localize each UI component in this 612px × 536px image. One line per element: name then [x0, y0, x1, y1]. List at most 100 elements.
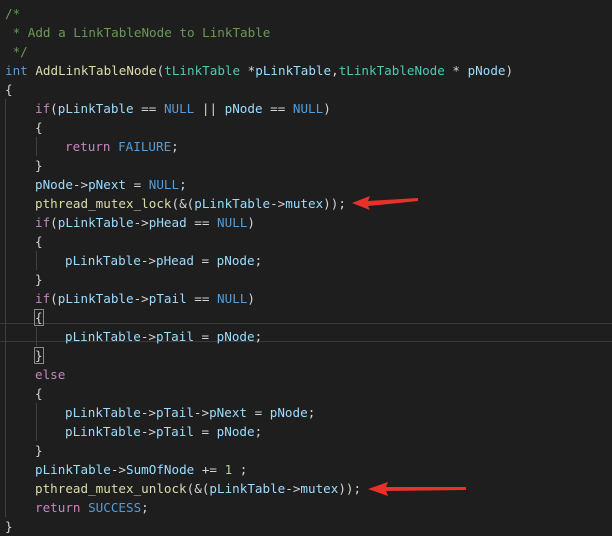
- red-arrow-icon: [352, 196, 418, 210]
- code-text: /*: [5, 4, 20, 23]
- code-line: pLinkTable->pTail->pNext = pNode;: [0, 403, 612, 422]
- code-token: NULL: [148, 177, 180, 192]
- indent-guide: [5, 213, 6, 232]
- code-token: (: [50, 101, 58, 116]
- code-token: AddLinkTableNode: [35, 63, 157, 78]
- code-token: return: [35, 500, 81, 515]
- code-token: =: [193, 329, 217, 344]
- indent-guide: [5, 194, 6, 213]
- indent-guide: [5, 403, 6, 422]
- code-text: }: [5, 517, 13, 536]
- code-token: ;: [171, 139, 179, 154]
- code-token: pthread_mutex_lock: [35, 196, 172, 211]
- code-token: ));: [338, 481, 362, 496]
- code-token: pLinkTable: [194, 196, 271, 211]
- indent-guide: [5, 422, 6, 441]
- code-line: }: [0, 346, 612, 365]
- indent-guide: [5, 251, 6, 270]
- code-text: pNode->pNext = NULL;: [35, 175, 187, 194]
- code-text: }: [35, 156, 43, 175]
- code-token: (&(: [186, 481, 210, 496]
- code-line: {: [0, 308, 612, 327]
- code-token: ): [247, 215, 255, 230]
- code-line: pLinkTable->pTail = pNode;: [0, 327, 612, 346]
- code-token: ==: [133, 101, 164, 116]
- code-line: pthread_mutex_lock(&(pLinkTable->mutex))…: [0, 194, 612, 213]
- code-token: pNext: [209, 405, 248, 420]
- code-token: ==: [186, 215, 218, 230]
- code-token: pNode: [216, 253, 255, 268]
- code-token: NULL: [163, 101, 195, 116]
- indent-guide: [5, 327, 6, 346]
- code-token: pLinkTable: [255, 63, 332, 78]
- code-text: {: [5, 80, 13, 99]
- code-text: if(pLinkTable->pHead == NULL): [35, 213, 255, 232]
- code-text: return FAILURE;: [65, 137, 179, 156]
- code-line: pLinkTable->pTail = pNode;: [0, 422, 612, 441]
- code-line: if(pLinkTable->pHead == NULL): [0, 213, 612, 232]
- code-token: SumOfNode: [126, 462, 195, 477]
- indent-guide: [5, 460, 6, 479]
- code-token: pNode: [467, 63, 506, 78]
- code-line: */: [0, 42, 612, 61]
- code-line: int AddLinkTableNode(tLinkTable *pLinkTa…: [0, 61, 612, 80]
- code-token: ;: [307, 405, 316, 420]
- code-token: ;: [232, 462, 248, 477]
- code-editor[interactable]: /* * Add a LinkTableNode to LinkTable */…: [0, 0, 612, 535]
- code-line: pthread_mutex_unlock(&(pLinkTable->mutex…: [0, 479, 612, 498]
- code-token: =: [193, 253, 217, 268]
- code-text: }: [34, 346, 44, 365]
- code-line: }: [0, 156, 612, 175]
- indent-guide: [5, 137, 6, 156]
- code-token: (: [50, 291, 58, 306]
- indent-guide: [5, 270, 6, 289]
- code-token: ): [505, 63, 514, 78]
- code-token: ;: [141, 500, 149, 515]
- code-token: pHead: [148, 215, 187, 230]
- code-line: return SUCCESS;: [0, 498, 612, 517]
- code-line: {: [0, 384, 612, 403]
- code-text: pLinkTable->pTail = pNode;: [65, 327, 262, 346]
- indent-guide: [36, 137, 37, 156]
- code-token: }: [35, 158, 43, 173]
- code-token: ||: [194, 101, 225, 116]
- code-token: ;: [254, 253, 263, 268]
- red-arrow-icon: [368, 482, 466, 496]
- code-line: if(pLinkTable->pTail == NULL): [0, 289, 612, 308]
- code-token: SUCCESS: [88, 500, 142, 515]
- indent-guide: [5, 384, 6, 403]
- indent-guide: [5, 498, 6, 517]
- code-text: int AddLinkTableNode(tLinkTable *pLinkTa…: [5, 61, 513, 80]
- code-token: ->: [140, 405, 156, 420]
- code-token: tLinkTableNode: [338, 63, 445, 78]
- code-text: pLinkTable->pTail = pNode;: [65, 422, 262, 441]
- code-text: {: [35, 118, 43, 137]
- code-token: {: [34, 309, 44, 326]
- code-token: *: [444, 63, 468, 78]
- code-line: if(pLinkTable == NULL || pNode == NULL): [0, 99, 612, 118]
- code-token: pNode: [269, 405, 308, 420]
- code-token: +=: [194, 462, 225, 477]
- code-text: {: [35, 232, 43, 251]
- code-token: ->: [270, 196, 286, 211]
- code-token: ->: [133, 291, 149, 306]
- code-token: ==: [262, 101, 293, 116]
- code-token: pNode: [216, 424, 255, 439]
- code-token: mutex: [300, 481, 339, 496]
- code-token: ->: [133, 215, 149, 230]
- code-token: pLinkTable: [65, 253, 141, 268]
- code-text: pthread_mutex_lock(&(pLinkTable->mutex))…: [35, 194, 346, 213]
- indent-guide: [5, 99, 6, 118]
- code-token: pthread_mutex_unlock: [35, 481, 187, 496]
- code-token: =: [126, 177, 149, 192]
- code-token: ;: [254, 424, 263, 439]
- indent-guide: [5, 289, 6, 308]
- code-text: if(pLinkTable->pTail == NULL): [35, 289, 255, 308]
- indent-guide: [36, 422, 37, 441]
- code-text: {: [35, 384, 43, 403]
- indent-guide: [5, 156, 6, 175]
- indent-guide: [5, 232, 6, 251]
- code-token: *: [240, 63, 256, 78]
- code-token: ): [323, 101, 331, 116]
